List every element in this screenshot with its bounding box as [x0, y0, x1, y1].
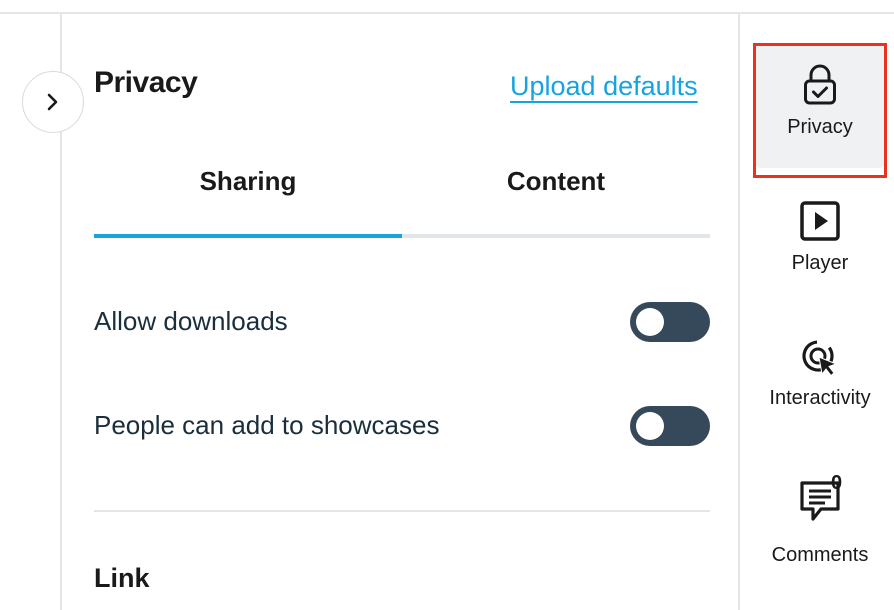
- sidebar-item-label: Player: [791, 252, 849, 274]
- top-divider: [0, 12, 894, 14]
- sidebar-item-privacy[interactable]: Privacy: [756, 46, 884, 168]
- lock-icon: [804, 64, 836, 105]
- sidebar-item-comments[interactable]: Comments: [756, 478, 884, 567]
- allow-downloads-toggle[interactable]: [630, 302, 710, 342]
- right-divider: [738, 14, 740, 610]
- upload-defaults-link[interactable]: Upload defaults: [510, 71, 698, 102]
- toggle-knob: [636, 412, 664, 440]
- panel-title: Privacy: [94, 66, 198, 99]
- allow-downloads-label: Allow downloads: [94, 306, 288, 336]
- add-to-showcases-label: People can add to showcases: [94, 410, 440, 440]
- add-to-showcases-toggle[interactable]: [630, 406, 710, 446]
- toggle-knob: [636, 308, 664, 336]
- link-section-title: Link: [94, 563, 150, 593]
- comments-count-badge: 0: [831, 472, 843, 494]
- cursor-click-icon: [802, 340, 838, 377]
- privacy-tabs: Sharing Content: [94, 166, 710, 238]
- tab-sharing[interactable]: Sharing: [94, 166, 402, 206]
- sidebar-item-label: Interactivity: [769, 387, 871, 409]
- sidebar-item-interactivity[interactable]: Interactivity: [756, 339, 884, 410]
- sidebar-item-label: Comments: [771, 544, 869, 566]
- section-divider: [94, 510, 710, 512]
- play-icon: [800, 201, 840, 241]
- collapse-panel-button[interactable]: [22, 71, 84, 133]
- tab-content[interactable]: Content: [402, 166, 710, 206]
- active-tab-indicator: [94, 234, 402, 238]
- sidebar-item-player[interactable]: Player: [756, 200, 884, 275]
- chevron-right-icon: [47, 93, 58, 111]
- sidebar-item-label: Privacy: [787, 116, 853, 138]
